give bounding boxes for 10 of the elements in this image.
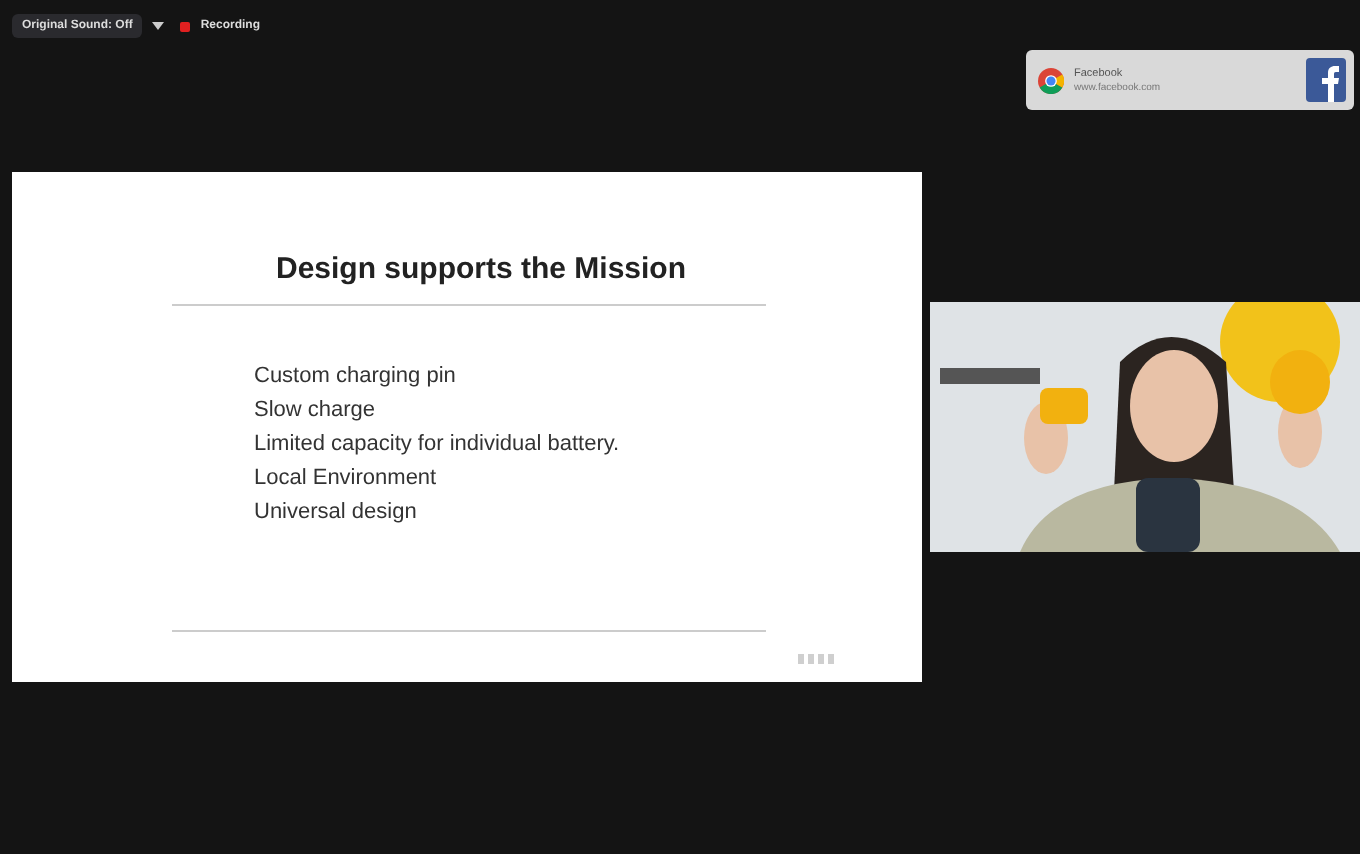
slide-text-line: Universal design	[254, 498, 419, 528]
logo-icon	[798, 654, 838, 664]
f-logo-icon	[1306, 58, 1346, 102]
slide-text-line: Local Environment	[254, 464, 439, 494]
browser-icon	[1038, 67, 1064, 93]
slide-text-line: Limited capacity for individual battery.	[254, 430, 620, 460]
slide-title: Design supports the Mission	[275, 252, 687, 286]
caret-icon[interactable]	[152, 22, 165, 30]
slide-text-line: Custom charging pin	[254, 362, 458, 392]
slide-text-line: Slow charge	[254, 396, 378, 426]
